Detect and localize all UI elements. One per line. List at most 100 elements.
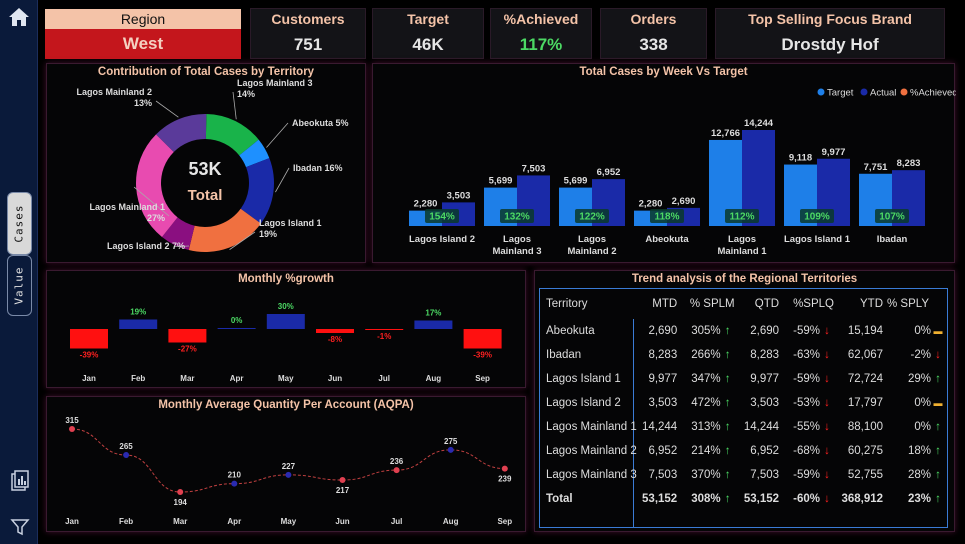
cell-mtd: 7,503	[648, 469, 678, 481]
cell-splq: -63% ↓	[783, 343, 838, 367]
kpi-brand-value: Drostdy Hof	[781, 35, 879, 54]
aqpa-point-mar[interactable]	[177, 489, 184, 495]
table-row[interactable]: Abeokuta 2,690 305% ↑ 2,690 -59% ↓ 15,194 0% ▬	[540, 319, 947, 343]
donut-label-lagos-island-2: Lagos Island 2 7%	[107, 241, 185, 251]
growth-bar-apr[interactable]	[217, 328, 256, 329]
table-row[interactable]: Lagos Island 1 9,977 347% ↑ 9,977 -59% ↓ 72,724…	[540, 367, 947, 391]
trend-header-row: Territory MTD % SPLM QTD %SPLQ YTD % SPL…	[540, 289, 947, 319]
cell-splq-value: -68%	[793, 445, 820, 457]
th-splq[interactable]: %SPLQ	[783, 289, 838, 319]
aqpa-point-aug[interactable]	[447, 446, 454, 453]
th-ytd[interactable]: YTD	[838, 289, 887, 319]
label-achieved-ibadan: 107%	[879, 212, 905, 223]
cell-splq: -59% ↓	[783, 319, 838, 343]
arrow-down-icon: ↓	[824, 469, 830, 481]
cell-ytd: 15,194	[847, 325, 884, 337]
growth-xtick-mar: Mar	[180, 374, 194, 383]
report-icon[interactable]	[10, 470, 30, 492]
cell-sply-value: 29%	[907, 373, 931, 385]
growth-bar-feb[interactable]	[119, 319, 158, 330]
th-territory[interactable]: Territory	[540, 289, 637, 319]
table-row[interactable]: Lagos Mainland 1 14,244 313% ↑ 14,244 -55% ↓ 88…	[540, 415, 947, 439]
region-slicer[interactable]: Region West	[45, 9, 241, 59]
cell-territory: Abeokuta	[546, 325, 595, 337]
growth-bar-mar[interactable]	[168, 329, 207, 343]
label-achieved-lagos-mainland-1: 112%	[729, 212, 754, 223]
kpi-orders-value: 338	[639, 35, 668, 54]
table-total-row[interactable]: Total 53,152 308% ↑ 53,152 -60% ↓ 368,912 23% ↑	[540, 487, 947, 511]
weekly-legend: Target Actual %Achieved	[817, 88, 956, 99]
cell-territory: Ibadan	[546, 349, 582, 361]
cell-ytd: 72,724	[847, 373, 884, 385]
growth-bar-aug[interactable]	[414, 320, 453, 330]
label-target-lagos-mainland-1: 12,766	[711, 128, 740, 139]
aqpa-point-may[interactable]	[285, 471, 292, 478]
kpi-brand-label: Top Selling Focus Brand	[748, 11, 912, 27]
cell-splm: 308% ↑	[681, 487, 738, 511]
aqpa-point-jan[interactable]	[69, 426, 75, 432]
kpi-achieved-value: 117%	[519, 35, 563, 54]
cell-splq-value: -60%	[793, 493, 820, 505]
aqpa-label-jun: 217	[336, 486, 350, 495]
cell-ytd: 62,067	[847, 349, 884, 361]
growth-bar-jul[interactable]	[365, 329, 404, 330]
growth-bar-jun[interactable]	[316, 329, 354, 333]
arrow-down-icon: ↓	[824, 373, 830, 385]
cell-mtd: 9,977	[648, 373, 678, 385]
xtick-lagos-mainland-3: Lagos Mainland 3	[492, 234, 541, 257]
tab-cases-label: Cases	[13, 204, 26, 243]
cell-splm-value: 313%	[691, 421, 721, 433]
legend-actual: Actual	[870, 88, 896, 99]
cell-ytd: 17,797	[847, 397, 884, 409]
growth-label-jan: -39%	[80, 351, 99, 360]
cell-splm: 472% ↑	[681, 391, 738, 415]
kpi-achieved-label: %Achieved	[503, 11, 579, 27]
aqpa-point-sep[interactable]	[501, 465, 508, 472]
table-row[interactable]: Lagos Mainland 2 6,952 214% ↑ 6,952 -68% ↓ 60,2…	[540, 439, 947, 463]
growth-bar-sep[interactable]	[463, 329, 502, 349]
cell-splq-value: -63%	[793, 349, 820, 361]
donut-label-ibadan: Ibadan 16%	[293, 163, 343, 173]
legend-target-dot	[817, 88, 825, 96]
home-icon[interactable]	[8, 6, 30, 28]
table-row[interactable]: Ibadan 8,283 266% ↑ 8,283 -63% ↓ 62,067 -2% ↓	[540, 343, 947, 367]
kpi-customers-label: Customers	[271, 11, 345, 27]
arrow-up-icon: ↑	[935, 373, 941, 385]
th-mtd[interactable]: MTD	[637, 289, 681, 319]
region-value[interactable]: West	[45, 29, 241, 59]
tab-value[interactable]: Value	[7, 255, 32, 316]
donut-label-lagos-mainland-2: Lagos Mainland 2 13%	[76, 87, 152, 108]
aqpa-point-jul[interactable]	[393, 467, 400, 474]
th-splm[interactable]: % SPLM	[681, 289, 738, 319]
growth-bar-may[interactable]	[266, 314, 305, 329]
cell-splm: 313% ↑	[681, 415, 738, 439]
donut-label-lagos-island-1: Lagos Island 1 19%	[259, 218, 322, 239]
aqpa-point-feb[interactable]	[123, 452, 130, 459]
cell-mtd: 14,244	[642, 421, 678, 433]
aqpa-xtick-jan: Jan	[65, 517, 79, 526]
table-row[interactable]: Lagos Island 2 3,503 472% ↑ 3,503 -53% ↓ 17,797…	[540, 391, 947, 415]
aqpa-label-may: 227	[282, 462, 296, 471]
th-qtd[interactable]: QTD	[739, 289, 783, 319]
aqpa-chart: 315 Jan 265 Feb 194 Mar 210 Apr 227 May 217 Jun 236 J…	[65, 416, 512, 526]
cell-splm: 347% ↑	[681, 367, 738, 391]
th-sply[interactable]: % SPLY	[887, 289, 947, 319]
donut-leader-line	[232, 91, 237, 120]
aqpa-point-apr[interactable]	[231, 480, 238, 487]
label-achieved-abeokuta: 118%	[654, 212, 679, 223]
filter-icon[interactable]	[10, 517, 30, 537]
tab-cases[interactable]: Cases	[7, 192, 32, 255]
cell-sply: 0% ▬	[887, 319, 947, 343]
table-row[interactable]: Lagos Mainland 3 7,503 370% ↑ 7,503 -59% ↓ 52,7…	[540, 463, 947, 487]
aqpa-label-mar: 194	[174, 498, 188, 507]
arrow-up-icon: ↑	[724, 373, 731, 385]
xtick-lagos-island-2: Lagos Island 2	[409, 234, 475, 245]
cell-sply: 29% ↑	[887, 367, 947, 391]
cell-splm-value: 266%	[691, 349, 721, 361]
kpi-customers: Customers 751	[250, 8, 366, 59]
aqpa-point-jun[interactable]	[339, 477, 346, 484]
cell-qtd: 2,690	[750, 325, 780, 337]
aqpa-xtick-jul: Jul	[391, 517, 403, 526]
growth-bar-jan[interactable]	[70, 329, 108, 349]
cell-sply: 0% ▬	[887, 391, 947, 415]
